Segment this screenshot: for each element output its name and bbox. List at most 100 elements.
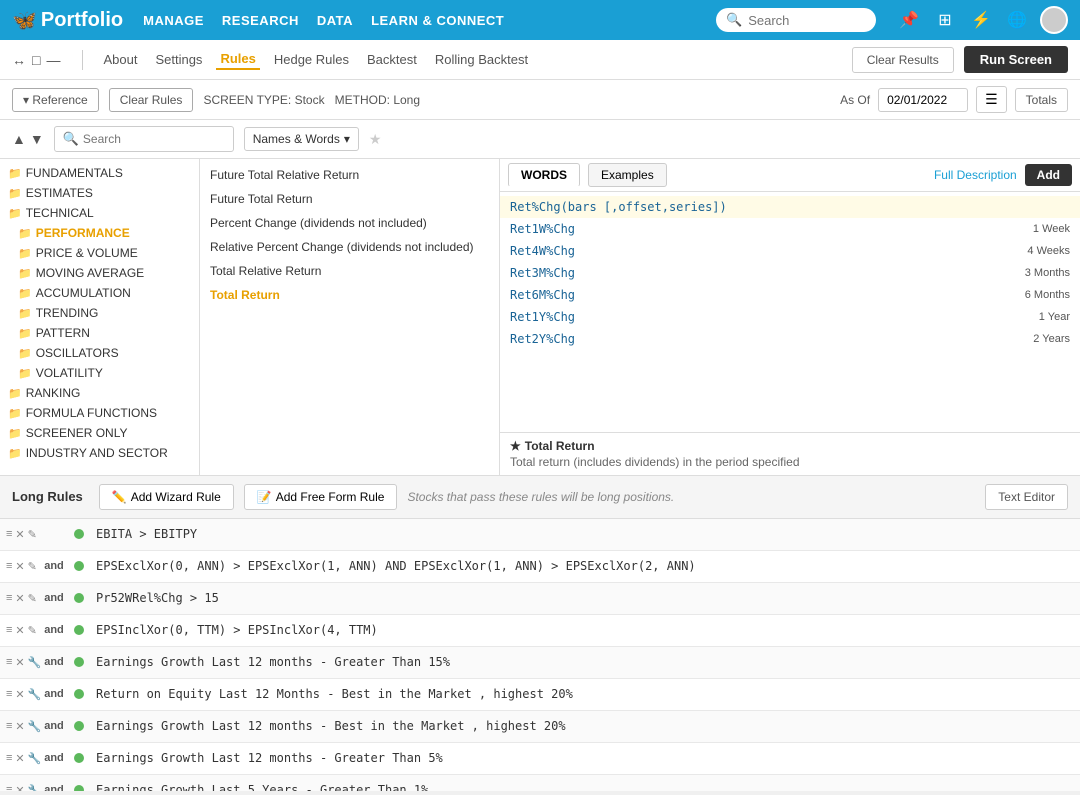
tab-hedge-rules[interactable]: Hedge Rules	[270, 50, 353, 69]
item-future-total-return[interactable]: Future Total Return	[200, 187, 499, 211]
nav-research[interactable]: RESEARCH	[222, 13, 299, 28]
tab-examples[interactable]: Examples	[588, 163, 667, 187]
cat-pattern[interactable]: 📁 PATTERN	[0, 323, 199, 343]
rule-delete-icon[interactable]: ✕	[15, 592, 24, 605]
word-row-6[interactable]: Ret2Y%Chg 2 Years	[500, 328, 1080, 350]
user-avatar[interactable]	[1040, 6, 1068, 34]
cat-ranking[interactable]: 📁 RANKING	[0, 383, 199, 403]
full-description-link[interactable]: Full Description	[934, 168, 1017, 182]
minus-icon[interactable]: —	[46, 52, 60, 68]
rule-menu-icon[interactable]: ≡	[6, 528, 12, 540]
item-relative-percent-change[interactable]: Relative Percent Change (dividends not i…	[200, 235, 499, 259]
rule-text-6: Earnings Growth Last 12 months - Best in…	[88, 715, 1080, 737]
names-words-dropdown[interactable]: Names & Words ▾	[244, 127, 359, 151]
tab-rolling-backtest[interactable]: Rolling Backtest	[431, 50, 532, 69]
item-total-return[interactable]: Total Return	[200, 283, 499, 307]
rule-active-dot-8[interactable]	[74, 785, 84, 791]
tab-backtest[interactable]: Backtest	[363, 50, 421, 69]
cat-fundamentals[interactable]: 📁 FUNDAMENTALS	[0, 163, 199, 183]
word-row-2[interactable]: Ret4W%Chg 4 Weeks	[500, 240, 1080, 262]
tab-rules[interactable]: Rules	[216, 49, 259, 70]
item-percent-change[interactable]: Percent Change (dividends not included)	[200, 211, 499, 235]
globe-icon[interactable]: 🌐	[1004, 7, 1030, 33]
rule-active-dot-3[interactable]	[74, 625, 84, 635]
expand-icon[interactable]: ↔	[12, 52, 26, 68]
cat-formula-functions[interactable]: 📁 FORMULA FUNCTIONS	[0, 403, 199, 423]
search-input[interactable]	[748, 13, 866, 28]
rule-active-dot-6[interactable]	[74, 721, 84, 731]
rule-active-dot-0[interactable]	[74, 529, 84, 539]
cat-price-volume[interactable]: 📁 PRICE & VOLUME	[0, 243, 199, 263]
cat-trending[interactable]: 📁 TRENDING	[0, 303, 199, 323]
rule-edit-icon[interactable]: ✎	[28, 592, 37, 605]
nav-learn[interactable]: LEARN & CONNECT	[371, 13, 504, 28]
clear-results-button[interactable]: Clear Results	[852, 47, 954, 73]
words-panel: WORDS Examples Full Description Add Ret%…	[500, 159, 1080, 475]
cat-moving-average[interactable]: 📁 MOVING AVERAGE	[0, 263, 199, 283]
category-search-input[interactable]	[83, 132, 225, 146]
cat-performance[interactable]: 📁 PERFORMANCE	[0, 223, 199, 243]
sort-down-icon[interactable]: ▼	[30, 131, 44, 147]
word-row-5[interactable]: Ret1Y%Chg 1 Year	[500, 306, 1080, 328]
cat-estimates[interactable]: 📁 ESTIMATES	[0, 183, 199, 203]
item-future-total-relative[interactable]: Future Total Relative Return	[200, 163, 499, 187]
rule-delete-icon[interactable]: ✕	[15, 688, 24, 701]
rule-active-dot-1[interactable]	[74, 561, 84, 571]
rule-edit-icon[interactable]: ✎	[28, 624, 37, 637]
rule-active-dot-7[interactable]	[74, 753, 84, 763]
cat-screener-only[interactable]: 📁 SCREENER ONLY	[0, 423, 199, 443]
tab-about[interactable]: About	[99, 50, 141, 69]
cat-industry-sector[interactable]: 📁 INDUSTRY AND SECTOR	[0, 443, 199, 463]
rules-hint: Stocks that pass these rules will be lon…	[407, 490, 674, 504]
rule-menu-icon[interactable]: ≡	[6, 784, 12, 791]
window-icon[interactable]: □	[32, 52, 40, 68]
rule-delete-icon[interactable]: ✕	[15, 720, 24, 733]
rule-delete-icon[interactable]: ✕	[15, 656, 24, 669]
rule-delete-icon[interactable]: ✕	[15, 528, 24, 541]
word-row-4[interactable]: Ret6M%Chg 6 Months	[500, 284, 1080, 306]
sort-up-icon[interactable]: ▲	[12, 131, 26, 147]
item-total-relative-return[interactable]: Total Relative Return	[200, 259, 499, 283]
bolt-icon[interactable]: ⚡	[968, 7, 994, 33]
rule-menu-icon[interactable]: ≡	[6, 688, 12, 700]
cat-oscillators[interactable]: 📁 OSCILLATORS	[0, 343, 199, 363]
word-row-1[interactable]: Ret1W%Chg 1 Week	[500, 218, 1080, 240]
run-screen-button[interactable]: Run Screen	[964, 46, 1068, 73]
cat-volatility[interactable]: 📁 VOLATILITY	[0, 363, 199, 383]
add-wizard-rule-button[interactable]: ✏️ Add Wizard Rule	[99, 484, 234, 510]
rule-menu-icon[interactable]: ≡	[6, 560, 12, 572]
rule-delete-icon[interactable]: ✕	[15, 560, 24, 573]
rule-active-dot-4[interactable]	[74, 657, 84, 667]
text-editor-button[interactable]: Text Editor	[985, 484, 1068, 510]
reference-button[interactable]: ▾ Reference	[12, 88, 99, 112]
rule-active-dot-5[interactable]	[74, 689, 84, 699]
cat-accumulation[interactable]: 📁 ACCUMULATION	[0, 283, 199, 303]
add-freeform-rule-button[interactable]: 📝 Add Free Form Rule	[244, 484, 398, 510]
rule-delete-icon[interactable]: ✕	[15, 624, 24, 637]
rule-menu-icon[interactable]: ≡	[6, 624, 12, 636]
grid-icon[interactable]: ⊞	[932, 7, 958, 33]
rule-edit-icon[interactable]: ✎	[28, 528, 37, 541]
rule-menu-icon[interactable]: ≡	[6, 592, 12, 604]
word-row-0[interactable]: Ret%Chg(bars [,offset,series])	[500, 196, 1080, 218]
rule-menu-icon[interactable]: ≡	[6, 656, 12, 668]
grid-view-button[interactable]: ☰	[976, 86, 1007, 113]
rule-menu-icon[interactable]: ≡	[6, 752, 12, 764]
rule-delete-icon[interactable]: ✕	[15, 752, 24, 765]
date-input[interactable]	[878, 88, 968, 112]
nav-data[interactable]: DATA	[317, 13, 353, 28]
word-row-3[interactable]: Ret3M%Chg 3 Months	[500, 262, 1080, 284]
rule-menu-icon[interactable]: ≡	[6, 720, 12, 732]
totals-button[interactable]: Totals	[1015, 88, 1068, 112]
cat-technical[interactable]: 📁 TECHNICAL	[0, 203, 199, 223]
rule-active-dot-2[interactable]	[74, 593, 84, 603]
rule-delete-icon[interactable]: ✕	[15, 784, 24, 792]
clear-rules-button[interactable]: Clear Rules	[109, 88, 194, 112]
pin-icon[interactable]: 📌	[896, 7, 922, 33]
favorites-star-icon[interactable]: ★	[369, 131, 382, 148]
nav-manage[interactable]: MANAGE	[143, 13, 204, 28]
tab-words[interactable]: WORDS	[508, 163, 580, 187]
tab-settings[interactable]: Settings	[151, 50, 206, 69]
add-button[interactable]: Add	[1025, 164, 1072, 186]
rule-edit-icon[interactable]: ✎	[28, 560, 37, 573]
